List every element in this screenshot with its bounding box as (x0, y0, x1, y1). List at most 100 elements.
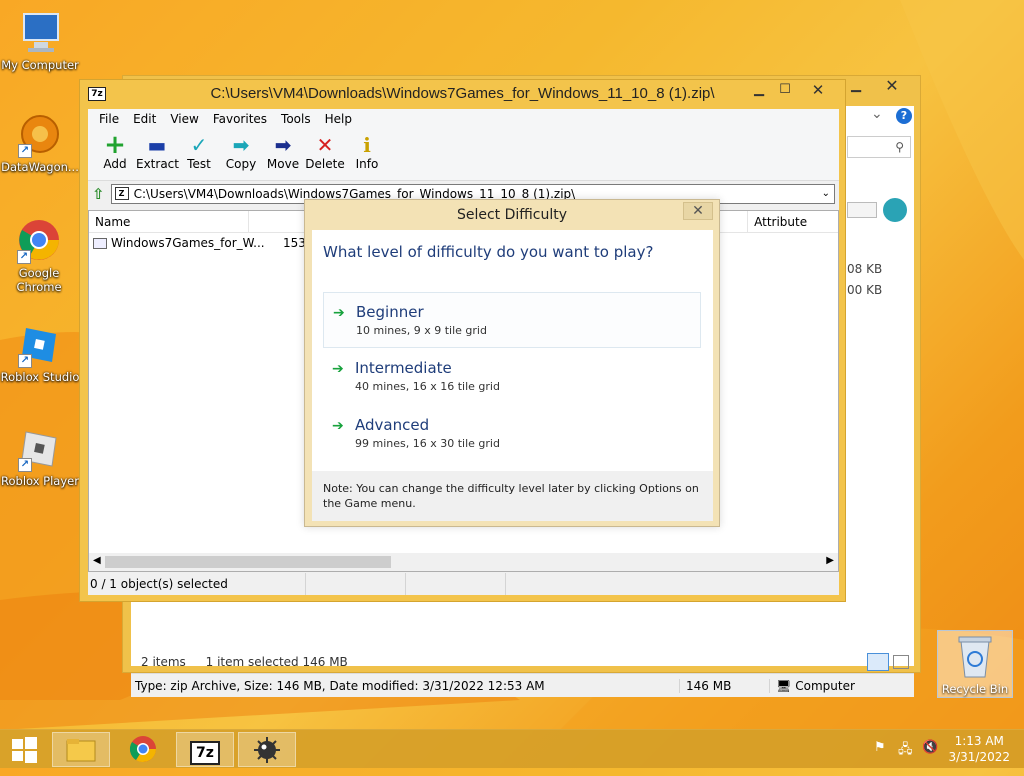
taskbar-file-explorer[interactable] (52, 732, 110, 767)
extract-button[interactable]: ▬ Extract (136, 129, 179, 180)
column-attributes[interactable]: Attribute (748, 211, 838, 232)
menu-file[interactable]: File (92, 109, 126, 129)
status-location: Computer (795, 678, 855, 693)
menu-view[interactable]: View (163, 109, 205, 129)
clock-date: 3/31/2022 (948, 750, 1010, 764)
maximize-button[interactable]: ☐ (770, 80, 800, 100)
delete-button[interactable]: ✕ Delete (304, 129, 346, 180)
plus-icon: + (104, 130, 126, 160)
option-desc: 40 mines, 16 x 16 tile grid (355, 380, 500, 393)
mine-icon (254, 737, 280, 763)
select-difficulty-dialog[interactable]: Select Difficulty ✕ What level of diffic… (304, 199, 720, 527)
selected-info: 1 item selected 146 MB (205, 655, 348, 669)
file-icon (93, 237, 107, 249)
menu-bar: File Edit View Favorites Tools Help (88, 109, 839, 129)
details-view-button[interactable] (867, 653, 889, 671)
action-center-flag-icon[interactable]: ⚑ (874, 740, 886, 755)
search-icon: ⚲ (895, 140, 904, 154)
status-cell (506, 573, 510, 595)
delete-x-icon: ✕ (316, 133, 334, 157)
clock-time: 1:13 AM (954, 734, 1004, 748)
option-title: Advanced (355, 416, 430, 434)
arrow-right-icon: ➔ (332, 361, 344, 377)
desktop-icon-recycle-bin[interactable]: Recycle Bin (937, 630, 1013, 698)
network-icon[interactable]: 🖧 (898, 740, 913, 762)
status-size: 146 MB (679, 678, 769, 693)
menu-edit[interactable]: Edit (126, 109, 163, 129)
datawagon-icon: ↗ (16, 110, 64, 158)
desktop-icon-label: DataWagon... (1, 160, 79, 174)
option-title: Intermediate (355, 359, 452, 377)
delete-label: Delete (305, 157, 345, 171)
desktop-icon-google-chrome[interactable]: ↗ Google Chrome (0, 216, 78, 294)
status-cell (306, 573, 406, 595)
view-toggle-icon[interactable] (847, 202, 877, 218)
taskbar-7zip[interactable]: 7z (176, 732, 234, 767)
taskbar-clock[interactable]: 1:13 AM 3/31/2022 (948, 733, 1010, 765)
close-button[interactable]: ✕ (683, 202, 713, 220)
horizontal-scrollbar[interactable]: ◀ ▶ (89, 553, 838, 571)
close-button[interactable]: ✕ (800, 80, 836, 100)
menu-help[interactable]: Help (318, 109, 359, 129)
taskbar-chrome[interactable] (114, 732, 172, 767)
info-button[interactable]: i Info (346, 129, 388, 180)
selection-status: 0 / 1 object(s) selected (88, 573, 306, 595)
computer-icon (16, 8, 64, 56)
difficulty-question: What level of difficulty do you want to … (323, 243, 654, 261)
desktop-icon-datawagon[interactable]: ↗ DataWagon... (0, 110, 80, 174)
option-advanced[interactable]: ➔ Advanced 99 mines, 16 x 30 tile grid (323, 406, 701, 462)
shortcut-arrow-icon: ↗ (18, 354, 32, 368)
status-cell (406, 573, 506, 595)
desktop-icon-my-computer[interactable]: My Computer (0, 8, 80, 72)
search-input[interactable]: ⚲ (847, 136, 911, 158)
copy-arrow-icon: ➡ (232, 133, 250, 157)
start-button[interactable] (0, 732, 48, 767)
column-name[interactable]: Name (89, 211, 249, 232)
info-label: Info (355, 157, 379, 171)
taskbar-minesweeper[interactable] (238, 732, 296, 767)
taskbar: 7z ⚑ 🖧 🔇 1:13 AM 3/31/2022 (0, 729, 1024, 768)
desktop-icon-label: Roblox Player (1, 474, 79, 488)
add-button[interactable]: + Add (94, 129, 136, 180)
help-icon[interactable]: ? (896, 108, 912, 124)
menu-tools[interactable]: Tools (274, 109, 318, 129)
difficulty-note: Note: You can change the difficulty leve… (312, 471, 713, 521)
roblox-studio-icon: ↗ (16, 320, 64, 368)
test-button[interactable]: ✓ Test (178, 129, 220, 180)
shortcut-arrow-icon: ↗ (18, 144, 32, 158)
desktop-icon-label: My Computer (1, 58, 79, 72)
close-button[interactable]: ✕ (871, 76, 913, 96)
move-button[interactable]: ➡ Move (262, 129, 304, 180)
recycle-bin-icon (958, 636, 992, 678)
move-arrow-icon: ➡ (274, 133, 292, 157)
shortcut-arrow-icon: ↗ (18, 458, 32, 472)
option-desc: 99 mines, 16 x 30 tile grid (355, 437, 500, 450)
option-desc: 10 mines, 9 x 9 tile grid (356, 324, 487, 337)
zip-icon: Z (114, 187, 129, 200)
explorer-status-bar: Type: zip Archive, Size: 146 MB, Date mo… (131, 673, 914, 697)
menu-favorites[interactable]: Favorites (206, 109, 274, 129)
add-label: Add (103, 157, 127, 171)
status-bar: 0 / 1 object(s) selected (88, 573, 839, 595)
desktop-icon-roblox-player[interactable]: ↗ Roblox Player (0, 424, 80, 488)
scroll-right-icon[interactable]: ▶ (826, 555, 834, 566)
chevron-down-icon[interactable]: ⌄ (871, 106, 883, 122)
option-intermediate[interactable]: ➔ Intermediate 40 mines, 16 x 16 tile gr… (323, 349, 701, 405)
desktop-icon-label: Google Chrome (16, 266, 62, 294)
arrow-right-icon: ➔ (332, 418, 344, 434)
option-beginner[interactable]: ➔ Beginner 10 mines, 9 x 9 tile grid (323, 292, 701, 348)
tiles-view-button[interactable] (893, 655, 909, 669)
file-size: 153 (283, 236, 306, 250)
recycle-bin-label: Recycle Bin (941, 682, 1009, 696)
dialog-body: What level of difficulty do you want to … (312, 230, 713, 471)
copy-button[interactable]: ➡ Copy (220, 129, 262, 180)
items-count: 2 items (141, 655, 186, 669)
scroll-left-icon[interactable]: ◀ (93, 555, 101, 566)
volume-muted-icon[interactable]: 🔇 (922, 740, 938, 755)
desktop-icon-label: Roblox Studio (0, 370, 80, 384)
scrollbar-thumb[interactable] (105, 556, 391, 568)
up-folder-icon[interactable]: ⇧ (92, 185, 105, 203)
chevron-down-icon[interactable]: ⌄ (822, 185, 830, 203)
shell-icon[interactable] (883, 198, 907, 222)
desktop-icon-roblox-studio[interactable]: ↗ Roblox Studio (0, 320, 80, 384)
